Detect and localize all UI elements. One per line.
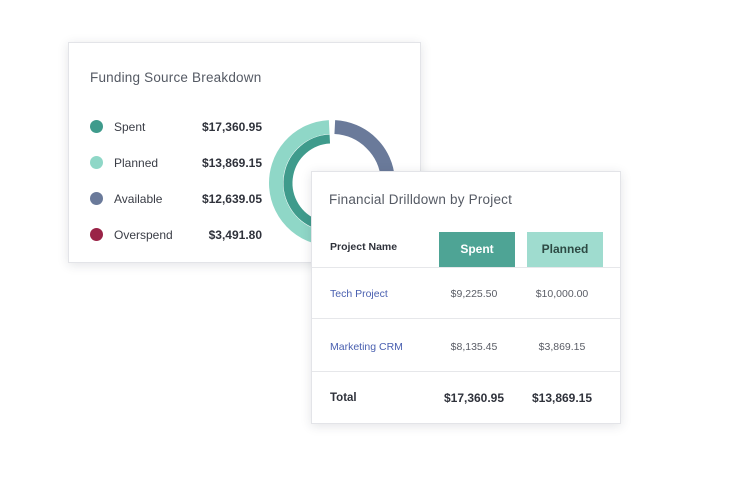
legend-label: Planned (114, 156, 159, 170)
total-spent: $17,360.95 (443, 391, 505, 405)
legend-item-spent: Spent $17,360.95 (90, 117, 262, 137)
row-divider (312, 371, 620, 372)
legend-item-available: Available $12,639.05 (90, 189, 262, 209)
drilldown-card: Financial Drilldown by Project Project N… (311, 171, 621, 424)
planned-dot (90, 156, 103, 169)
total-planned: $13,869.15 (531, 391, 593, 405)
row-divider (312, 267, 620, 268)
legend-item-planned: Planned $13,869.15 (90, 153, 262, 173)
legend-amount: $3,491.80 (208, 228, 262, 242)
drilldown-card-title: Financial Drilldown by Project (329, 192, 513, 207)
funding-card-title: Funding Source Breakdown (90, 70, 262, 85)
column-header-project-name[interactable]: Project Name (330, 241, 397, 253)
spent-cell: $8,135.45 (450, 341, 498, 353)
overspend-dot (90, 228, 103, 241)
planned-cell: $10,000.00 (535, 288, 589, 300)
column-header-planned[interactable]: Planned (527, 232, 603, 267)
legend-amount: $17,360.95 (201, 120, 262, 134)
available-dot (90, 192, 103, 205)
legend-label: Spent (114, 120, 146, 134)
legend-amount: $13,869.15 (201, 156, 262, 170)
planned-cell: $3,869.15 (538, 341, 586, 353)
project-link[interactable]: Marketing CRM (330, 341, 403, 353)
spent-cell: $9,225.50 (450, 288, 498, 300)
legend-label: Overspend (114, 228, 173, 242)
spent-dot (90, 120, 103, 133)
legend-amount: $12,639.05 (201, 192, 262, 206)
column-header-spent[interactable]: Spent (439, 232, 515, 267)
legend-label: Available (114, 192, 163, 206)
total-label: Total (330, 392, 357, 404)
legend-item-overspend: Overspend $3,491.80 (90, 225, 262, 245)
row-divider (312, 318, 620, 319)
project-link[interactable]: Tech Project (330, 288, 388, 300)
